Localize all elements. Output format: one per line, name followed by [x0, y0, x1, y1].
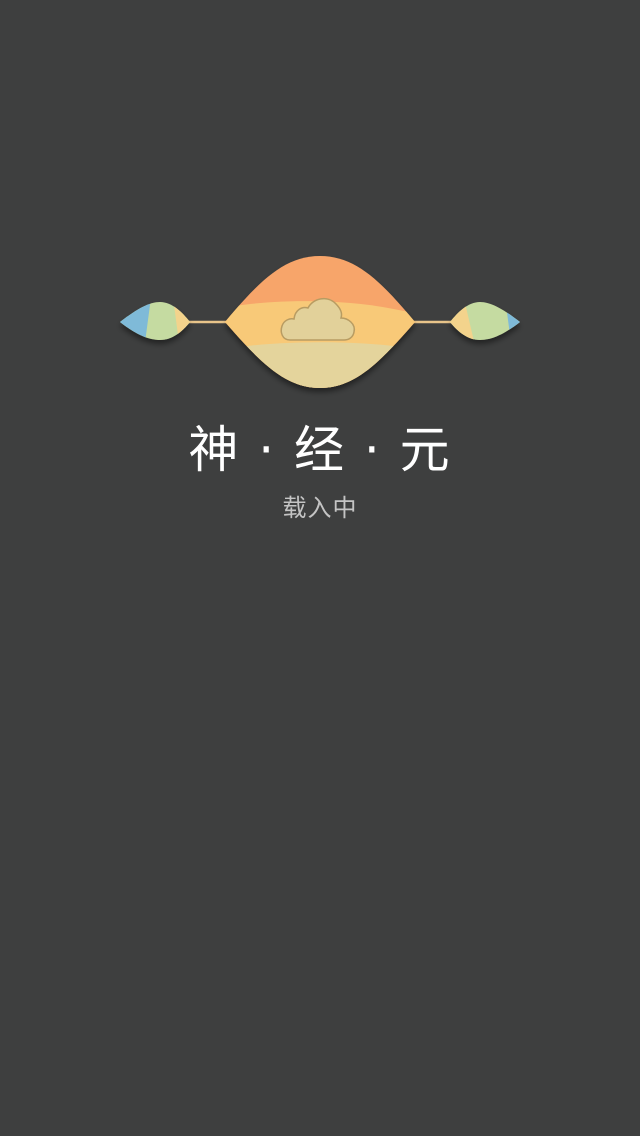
- right-leaf-icon: [450, 302, 520, 340]
- splash-screen: 神 · 经 · 元 载入中: [0, 0, 640, 1136]
- app-title: 神 · 经 · 元: [188, 421, 452, 479]
- left-leaf-icon: [120, 302, 190, 340]
- loading-text: 载入中: [282, 494, 358, 522]
- app-logo: [120, 256, 520, 388]
